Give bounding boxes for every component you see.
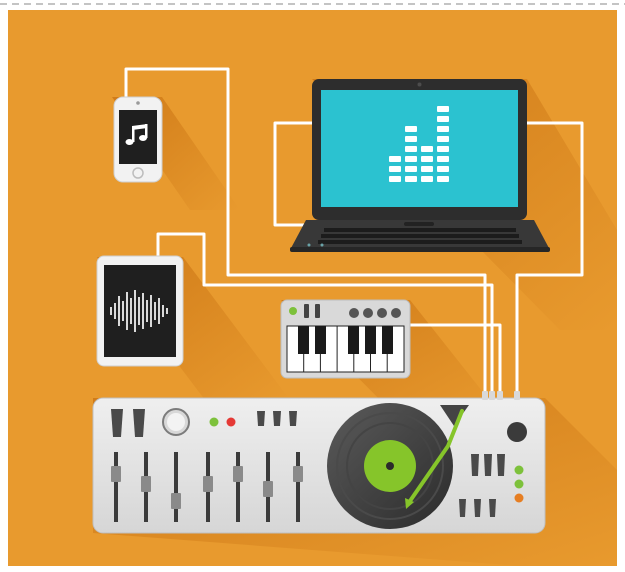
laptop xyxy=(290,79,550,252)
smartphone xyxy=(113,96,163,183)
cable-plugs xyxy=(482,391,520,400)
green-led xyxy=(209,417,219,427)
dj-setup-illustration xyxy=(0,3,625,566)
laptop-keys xyxy=(318,228,522,244)
illustration-frame xyxy=(0,0,625,572)
tablet xyxy=(96,255,184,367)
dj-controller xyxy=(92,391,546,534)
midi-keyboard xyxy=(280,299,411,379)
right-knob xyxy=(507,422,527,442)
red-led xyxy=(226,417,236,427)
